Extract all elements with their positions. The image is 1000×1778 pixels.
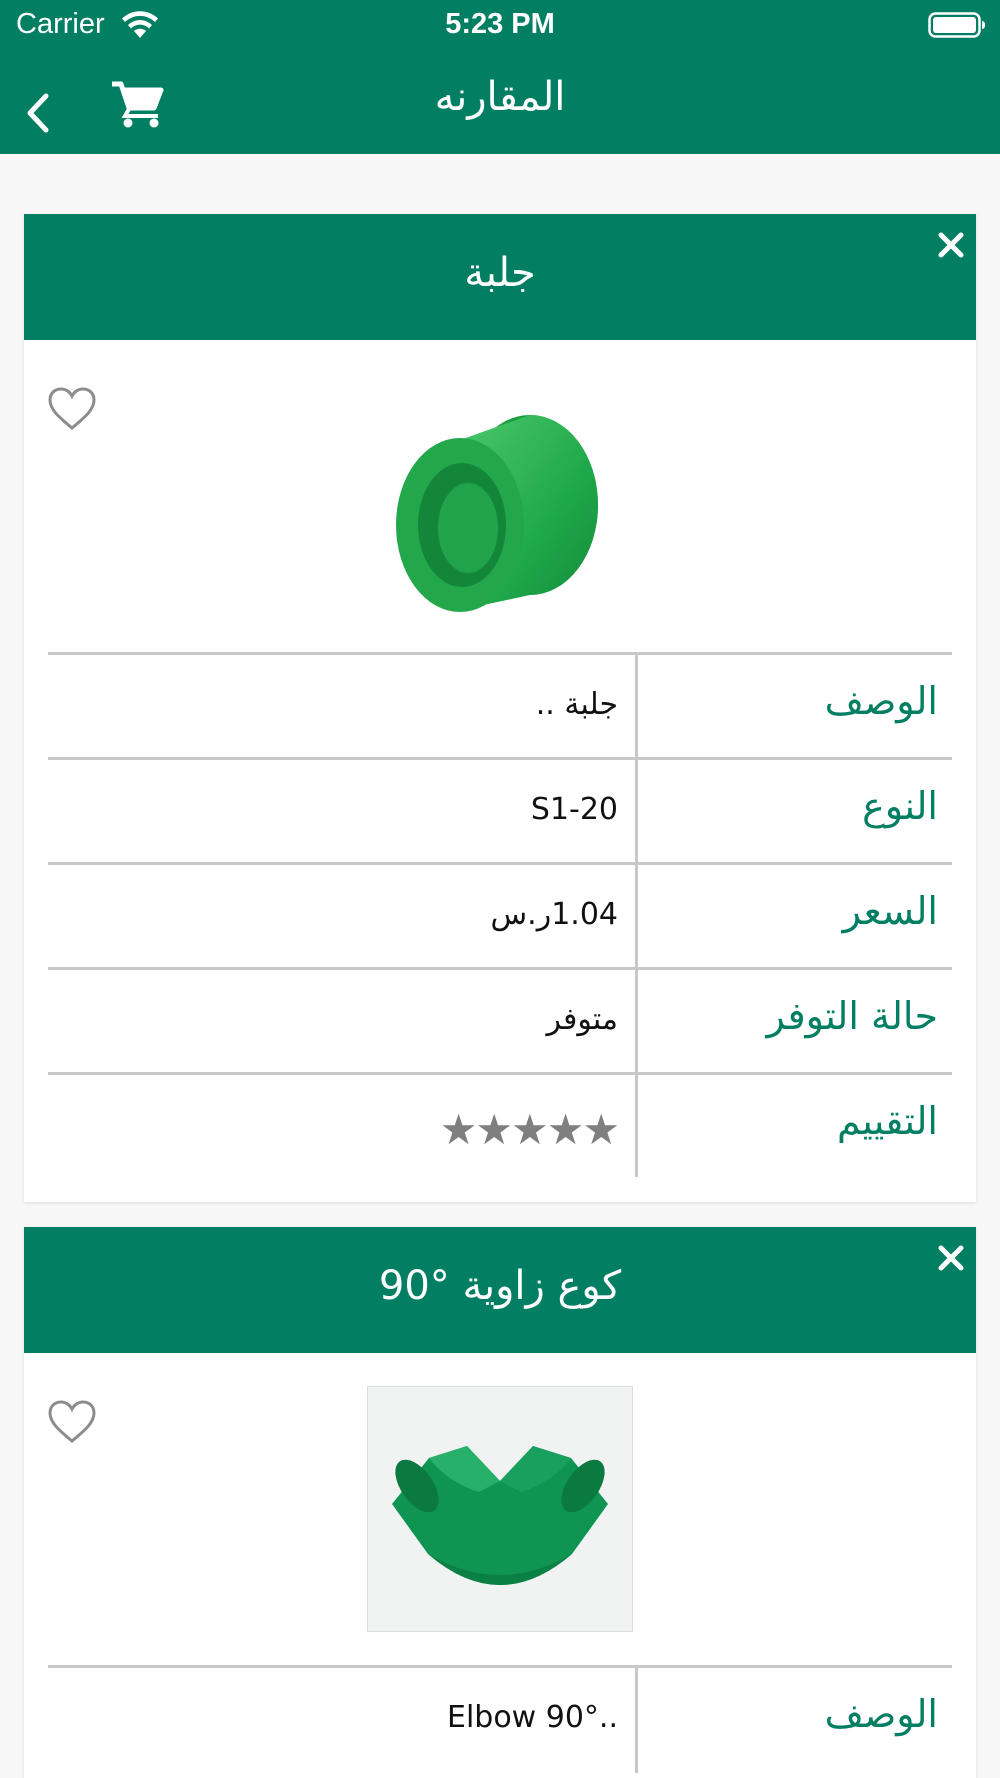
- spec-value: Elbow 90°..: [446, 1700, 618, 1735]
- product-image: [367, 1386, 633, 1632]
- column-divider: [635, 760, 638, 862]
- spec-label: التقييم: [836, 1099, 938, 1143]
- close-icon[interactable]: [936, 230, 966, 260]
- column-divider: [635, 1075, 638, 1177]
- heart-outline-icon[interactable]: [46, 386, 98, 432]
- spec-value: 1.04ر.س: [490, 897, 618, 932]
- spec-label: السعر: [842, 889, 938, 933]
- spec-label: حالة التوفر: [766, 994, 938, 1038]
- spec-row-rating: التقييم ★★★★★: [48, 1075, 952, 1177]
- spec-row-type: النوع S1-20: [48, 760, 952, 865]
- spec-value: جلبة ..: [535, 687, 618, 722]
- card-header: جلبة: [24, 214, 976, 340]
- spec-table: الوصف جلبة .. النوع S1-20 السعر 1.04ر.س …: [48, 652, 952, 1177]
- heart-outline-icon[interactable]: [46, 1399, 98, 1445]
- column-divider: [635, 970, 638, 1072]
- column-divider: [635, 865, 638, 967]
- spec-label: الوصف: [824, 679, 938, 723]
- spec-label: الوصف: [824, 1692, 938, 1736]
- spec-row-description: الوصف Elbow 90°..: [48, 1668, 952, 1773]
- column-divider: [635, 655, 638, 757]
- spec-row-price: السعر 1.04ر.س: [48, 865, 952, 970]
- product-title: كوع زاوية °90: [378, 1263, 622, 1309]
- spec-value: S1-20: [530, 792, 618, 827]
- product-title: جلبة: [464, 250, 536, 296]
- navigation-bar: Carrier 5:23 PM المقارنه: [0, 0, 1000, 154]
- spec-row-availability: حالة التوفر متوفر: [48, 970, 952, 1075]
- status-bar: Carrier 5:23 PM: [0, 0, 1000, 50]
- spec-table: الوصف Elbow 90°..: [48, 1665, 952, 1773]
- comparison-card: كوع زاوية °90 الوصف Elbow 90°..: [24, 1227, 976, 1778]
- spec-row-description: الوصف جلبة ..: [48, 655, 952, 760]
- battery-icon: [928, 12, 985, 38]
- clock: 5:23 PM: [445, 8, 555, 40]
- spec-value: متوفر: [546, 1002, 618, 1037]
- column-divider: [635, 1668, 638, 1773]
- close-icon[interactable]: [936, 1243, 966, 1273]
- star-rating: ★★★★★: [439, 1105, 620, 1154]
- card-header: كوع زاوية °90: [24, 1227, 976, 1353]
- spec-label: النوع: [862, 784, 938, 828]
- page-title: المقارنه: [434, 74, 566, 120]
- product-image: [396, 415, 598, 612]
- comparison-card: جلبة الوصف جلبة .. النوع S1-20 السعر 1.0…: [24, 214, 976, 1202]
